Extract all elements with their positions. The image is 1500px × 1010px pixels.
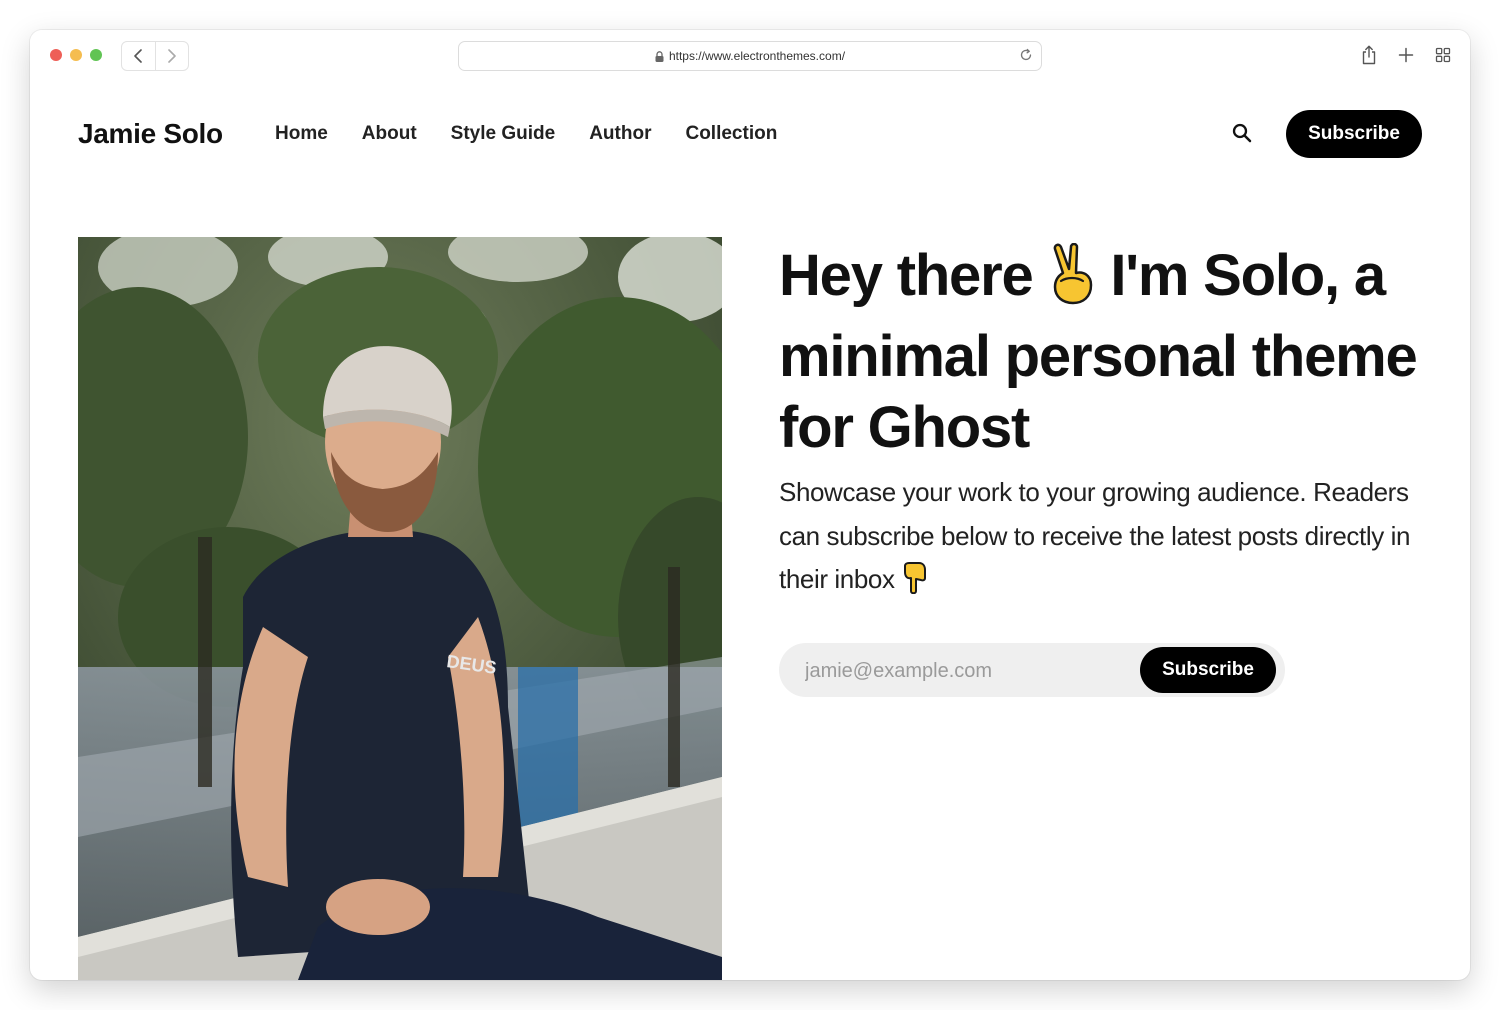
subscribe-form: Subscribe: [779, 643, 1285, 699]
victory-hand-icon: [1047, 242, 1095, 321]
hero-title-greeting: Hey there: [779, 243, 1034, 308]
history-navigation: [121, 41, 189, 71]
person-portrait-photo: DEUS: [78, 237, 722, 980]
zoom-window-button[interactable]: [90, 49, 102, 61]
back-button[interactable]: [122, 42, 155, 70]
browser-window: https://www.electronthemes.com/ Jamie So…: [30, 30, 1470, 980]
address-bar[interactable]: https://www.electronthemes.com/: [458, 41, 1042, 71]
share-button[interactable]: [1359, 44, 1379, 66]
forward-button[interactable]: [156, 42, 189, 70]
form-subscribe-button[interactable]: Subscribe: [1140, 647, 1276, 693]
pointing-down-icon: [901, 562, 927, 608]
site-header: Jamie Solo Home About Style Guide Author…: [30, 82, 1470, 182]
url-text: https://www.electronthemes.com/: [668, 49, 846, 63]
tab-overview-icon: [1435, 47, 1451, 63]
new-tab-button[interactable]: [1396, 44, 1416, 66]
hero-description: Showcase your work to your growing audie…: [779, 471, 1419, 608]
nav-collection[interactable]: Collection: [685, 123, 777, 145]
email-input[interactable]: [779, 643, 1167, 699]
chevron-right-icon: [167, 49, 176, 63]
tab-overview-button[interactable]: [1433, 44, 1453, 66]
hero-title: Hey there I'm Solo, a minimal personal t…: [779, 240, 1429, 463]
nav-author[interactable]: Author: [589, 123, 651, 145]
close-window-button[interactable]: [50, 49, 62, 61]
main-nav: Home About Style Guide Author Collection: [275, 123, 777, 145]
hero-description-text: Showcase your work to your growing audie…: [779, 477, 1411, 594]
share-icon: [1362, 45, 1376, 65]
browser-toolbar: https://www.electronthemes.com/: [30, 30, 1470, 82]
minimize-window-button[interactable]: [70, 49, 82, 61]
nav-style-guide[interactable]: Style Guide: [451, 123, 556, 145]
subscribe-button[interactable]: Subscribe: [1286, 110, 1422, 158]
chevron-left-icon: [134, 49, 143, 63]
nav-about[interactable]: About: [362, 123, 417, 145]
site-logo[interactable]: Jamie Solo: [78, 118, 223, 150]
search-button[interactable]: [1231, 122, 1253, 144]
plus-icon: [1398, 47, 1414, 63]
nav-home[interactable]: Home: [275, 123, 328, 145]
portrait-illustration: DEUS: [78, 237, 722, 980]
lock-icon: [655, 50, 664, 62]
reload-icon[interactable]: [1019, 48, 1033, 62]
search-icon: [1232, 123, 1252, 143]
